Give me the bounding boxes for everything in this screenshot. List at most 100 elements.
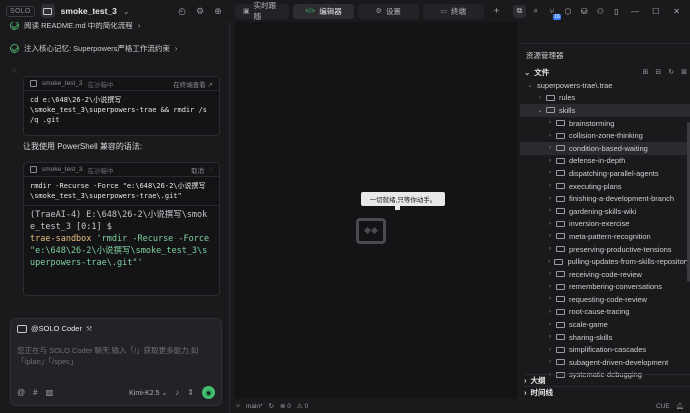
tree-item[interactable]: › gardening-skills-wiki [520,205,690,218]
code-icon: </> [305,7,316,15]
tree-item[interactable]: › pulling-updates-from-skills-repository [520,255,690,268]
project-title[interactable]: smoke_test_3 [61,6,117,16]
chevron-right-icon: › [549,334,551,341]
send-button[interactable]: ◉ [202,386,215,399]
tree-item-label: executing-plans [569,181,622,191]
tree-item[interactable]: › preserving-productive-tensions [520,243,690,256]
timeline-section-header[interactable]: › 时间线 [524,386,690,398]
chat-composer[interactable]: @SOLO Coder ⚒ 您正在与 SOLO Coder 聊天,输入「/」获取… [10,318,222,406]
image-icon[interactable]: ▨ [46,388,54,397]
tree-item[interactable]: ⌄ skills [520,104,690,117]
collapse-all-icon[interactable]: ⊠ [681,68,687,76]
tree-item-label: simplification-cascades [569,345,647,355]
tree-item-label: subagent-driven-development [569,357,669,367]
attach-icon[interactable]: ⇕ [187,388,194,397]
agent-tag[interactable]: @SOLO Coder ⚒ [17,324,92,333]
tab-settings[interactable]: ⚙ 设置 [357,3,419,19]
tab-terminal[interactable]: ▭ 终端 [422,3,484,19]
tree-item[interactable]: › rules [520,92,690,105]
terminal-name: smoke_test_3 [42,80,83,87]
terminal-status: 在沙箱中 [87,81,114,89]
tab-live-follow[interactable]: ▣ 实时跟随 [235,1,289,21]
task-item[interactable]: 注入核心记忆: Superpowers严格工作流约束 › [10,43,178,54]
loading-icon: ◌ [209,166,213,173]
tree-item-label: finishing-a-development-branch [569,194,675,204]
tree-item[interactable]: › meta-pattern-recognition [520,230,690,243]
mic-icon[interactable]: ♪ [175,388,179,397]
history-icon[interactable]: ◴ [176,5,188,17]
files-section-header[interactable]: ⌄ 文件 ⊞ ⊟ ↻ ⊠ [524,66,690,78]
minimize-button[interactable]: — [627,7,644,16]
tree-item-label: superpowers-trae\.trae [537,80,613,90]
maximize-button[interactable]: ☐ [647,7,664,16]
model-selector[interactable]: Kimi-K2.5 ⌄ [129,389,167,397]
sync-icon[interactable]: ↻ [269,402,274,410]
tree-item[interactable]: ⌄ superpowers-trae\.trae [520,79,690,92]
folder-icon [556,220,565,227]
search-icon[interactable]: ⌕ [530,5,542,18]
tree-item[interactable]: › defense-in-depth [520,155,690,168]
tree-item[interactable]: › inversion-exercise [520,218,690,231]
notification-icon[interactable]: 🔔︎ [676,402,684,410]
warning-icon[interactable]: ⚠ 0 [297,402,308,410]
new-file-icon[interactable]: ⊞ [643,68,649,76]
explorer-toolbar [520,22,690,44]
tree-item[interactable]: › receiving-code-review [520,268,690,281]
add-tab-button[interactable]: + [494,6,500,17]
task-item[interactable]: 阅读 README.md 中的简化流程 › [10,22,140,31]
refresh-icon[interactable]: ↻ [668,68,674,76]
task-label: 阅读 README.md 中的简化流程 [24,22,133,30]
tree-item[interactable]: › remembering-conversations [520,281,690,294]
new-folder-icon[interactable]: ⊟ [655,68,661,76]
folder-icon [556,283,565,290]
debug-icon[interactable]: ⚇ [594,5,606,18]
source-control-icon[interactable]: ⑂ 16 [546,5,561,20]
tree-item[interactable]: › collision-zone-thinking [520,129,690,142]
chevron-right-icon: › [549,157,551,164]
branch-label[interactable]: main* [246,403,263,410]
tree-item[interactable]: › root-cause-tracing [520,306,690,319]
chevron-down-icon[interactable]: ⌄ [123,7,130,16]
tree-item-label: inversion-exercise [569,219,630,229]
close-window-button[interactable]: ✕ [668,7,685,16]
tree-item[interactable]: › sharing-skills [520,331,690,344]
folder-icon [556,334,565,341]
chat-input[interactable]: 您正在与 SOLO Coder 聊天,输入「/」获取更多能力,如「/plan」「… [17,345,217,367]
change-count-badge: 16 [553,13,561,20]
tree-item[interactable]: › brainstorming [520,117,690,130]
extensions-icon[interactable]: ⬡ [562,5,574,18]
hash-icon[interactable]: # [33,388,37,397]
tree-item[interactable]: › finishing-a-development-branch [520,192,690,205]
tree-item[interactable]: › executing-plans [520,180,690,193]
language-label[interactable]: CUE [656,403,670,410]
settings-icon[interactable]: ⚙ [194,5,206,17]
explorer-panel-icon[interactable]: ⧉ [513,4,526,18]
tab-label: 终端 [450,6,466,16]
editor-area[interactable] [234,22,518,399]
error-icon[interactable]: ⊗ 0 [280,402,291,410]
terminal-card-header: smoke_test_3 在沙箱中 取消 ◌ [24,163,219,177]
tree-item[interactable]: › condition-based-waiting [520,141,690,155]
new-chat-icon[interactable]: ⊕ [212,5,224,17]
tree-item-label: preserving-productive-tensions [569,244,672,254]
tools-icon[interactable]: ⚒ [86,325,92,333]
terminal-output-line: 'rmdir -Recurse -Force [91,234,210,244]
cancel-button[interactable]: 取消 [191,165,204,175]
view-in-terminal-link[interactable]: 在终端查看 ↗ [173,79,213,89]
database-icon[interactable]: ⛁ [578,5,590,18]
tree-item[interactable]: › scale-game [520,318,690,331]
outline-label: 大纲 [530,376,546,385]
mention-icon[interactable]: @ [17,388,25,397]
panel-toggle-icon[interactable]: ▯ [610,5,622,18]
tree-item[interactable]: › dispatching-parallel-agents [520,167,690,180]
mascot-icon [356,218,386,244]
tree-item[interactable]: › subagent-driven-development [520,356,690,369]
solo-badge[interactable]: SOLO [6,5,35,17]
folder-icon [556,132,565,139]
tab-editor[interactable]: </> 编辑器 [292,3,354,19]
tree-item[interactable]: › simplification-cascades [520,343,690,356]
chat-history: 阅读 README.md 中的简化流程 › 注入核心记忆: Superpower… [0,22,230,317]
gear-icon: ⚙ [375,8,382,15]
tree-item[interactable]: › requesting-code-review [520,293,690,306]
outline-section-header[interactable]: › 大纲 [524,374,690,386]
